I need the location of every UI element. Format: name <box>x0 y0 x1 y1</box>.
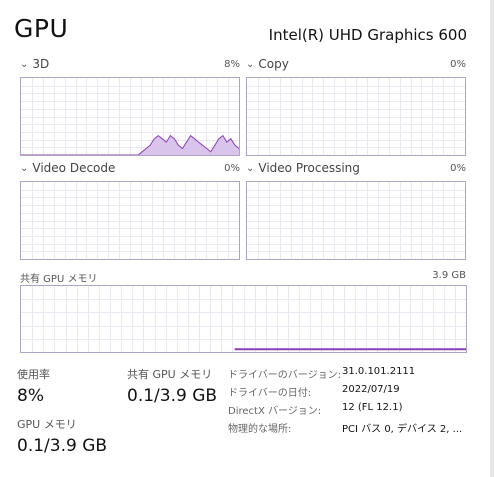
gpu-device-name: Intel(R) UHD Graphics 600 <box>268 26 467 44</box>
directx-version-key: DirectX バージョン: <box>228 406 322 417</box>
scrollbar-track[interactable] <box>490 0 494 477</box>
shared-memory-graph-plot <box>21 286 466 352</box>
graph-3d-plot <box>21 78 239 155</box>
graph-label-video-decode: Video Decode <box>32 161 116 175</box>
graph-max-copy: 0% <box>450 59 466 70</box>
gpu-memory-label: GPU メモリ <box>17 418 77 431</box>
graph-video-decode <box>20 181 240 260</box>
graph-max-3d: 8% <box>224 59 240 70</box>
chevron-down-icon: ⌄ <box>246 162 255 174</box>
chevron-down-icon: ⌄ <box>20 162 29 174</box>
driver-date-key: ドライバーの日付: <box>228 388 312 399</box>
physical-location-key: 物理的な場所: <box>228 424 292 435</box>
graph-video-decode-plot <box>21 182 239 259</box>
chevron-down-icon: ⌄ <box>20 58 29 70</box>
shared-memory-label: 共有 GPU メモリ <box>127 368 213 381</box>
graph-video-processing <box>246 181 466 260</box>
physical-location-value: PCI バス 0, デバイス 2, ... <box>342 424 463 435</box>
graph-label-video-processing: Video Processing <box>258 161 360 175</box>
driver-version-value: 31.0.101.2111 <box>342 366 416 377</box>
shared-memory-graph <box>20 285 467 353</box>
directx-version-value: 12 (FL 12.1) <box>342 402 403 413</box>
graph-max-video-processing: 0% <box>450 163 466 174</box>
utilization-label: 使用率 <box>17 368 50 381</box>
graph-max-video-decode: 0% <box>224 163 240 174</box>
shared-memory-value: 0.1/3.9 GB <box>127 386 218 406</box>
graph-selector-3d[interactable]: ⌄ 3D <box>20 57 49 71</box>
graph-selector-copy[interactable]: ⌄ Copy <box>246 57 289 71</box>
gpu-memory-value: 0.1/3.9 GB <box>17 436 108 456</box>
graph-selector-video-processing[interactable]: ⌄ Video Processing <box>246 161 360 175</box>
graph-label-copy: Copy <box>258 57 289 71</box>
chevron-down-icon: ⌄ <box>246 58 255 70</box>
graph-copy <box>246 77 466 156</box>
shared-memory-graph-label: 共有 GPU メモリ <box>20 274 98 285</box>
driver-date-value: 2022/07/19 <box>342 384 400 395</box>
graph-copy-plot <box>247 78 465 155</box>
graph-selector-video-decode[interactable]: ⌄ Video Decode <box>20 161 115 175</box>
utilization-value: 8% <box>17 386 44 406</box>
driver-version-key: ドライバーのバージョン: <box>228 370 341 381</box>
page-title: GPU <box>14 14 69 43</box>
graph-label-3d: 3D <box>32 57 50 71</box>
shared-memory-graph-max: 3.9 GB <box>432 270 466 281</box>
graph-3d <box>20 77 240 156</box>
graph-video-processing-plot <box>247 182 465 259</box>
